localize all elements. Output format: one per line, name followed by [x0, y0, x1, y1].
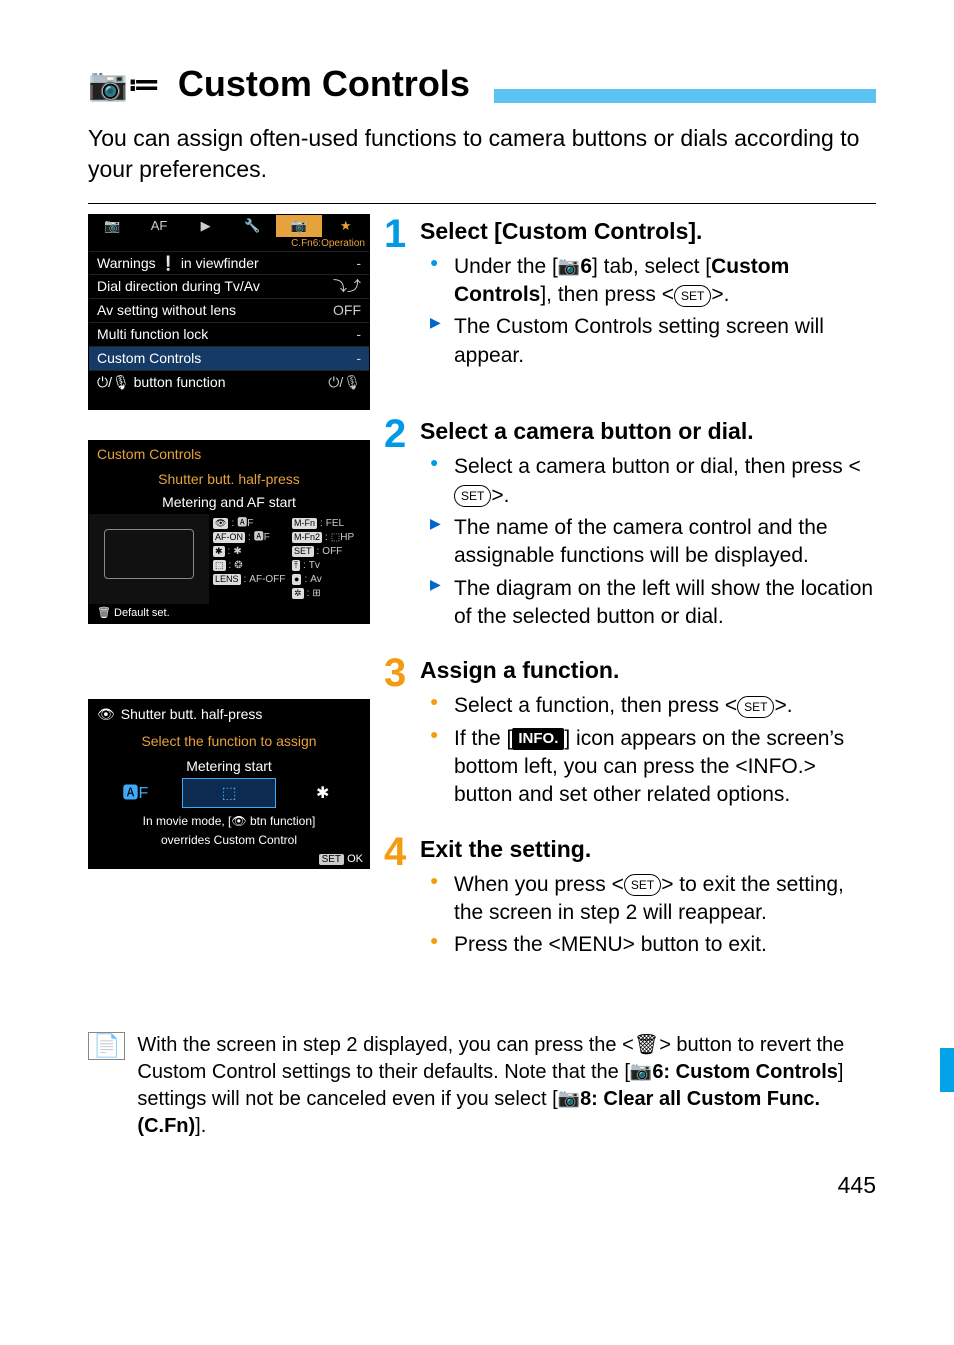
- step1-bullet2: The Custom Controls setting screen will …: [420, 313, 876, 370]
- cc-line1: Shutter butt. half-press: [89, 468, 369, 491]
- step4-bullet2: Press the <MENU> button to exit.: [420, 931, 876, 959]
- step1-bullet1: Under the [📷6] tab, select [Custom Contr…: [420, 253, 876, 310]
- step-number-2: 2: [384, 414, 412, 454]
- menu-row: Dial direction during Tv/Av⤵⤴: [89, 274, 369, 298]
- camera-icon: 📷: [630, 1061, 652, 1081]
- assign-tab: 🅰F: [89, 778, 182, 808]
- step-number-4: 4: [384, 832, 412, 872]
- assign-line1: Select the function to assign: [89, 729, 369, 754]
- title-rule: [494, 89, 876, 103]
- step3-title: Assign a function.: [420, 655, 876, 686]
- menu-tab: ▶: [182, 215, 229, 237]
- step1-title: Select [Custom Controls].: [420, 216, 876, 247]
- cc-title: Custom Controls: [89, 441, 369, 468]
- menu-row-selected: Custom Controls-: [89, 346, 369, 370]
- custom-controls-screenshot: Custom Controls Shutter butt. half-press…: [88, 440, 370, 624]
- assign-line2: Metering start: [89, 754, 369, 779]
- menu-screenshot: 📷 AF ▶ 🔧 📷 ★ C.Fn6:Operation Warnings ❕ …: [88, 214, 370, 411]
- set-chip: SET: [319, 854, 344, 865]
- note-icon: 📄: [88, 1032, 125, 1060]
- camera-icon: 📷: [558, 1088, 580, 1108]
- step3-bullet2: If the [INFO.] icon appears on the scree…: [420, 725, 876, 810]
- set-icon: SET: [737, 696, 774, 718]
- menu-tab: 📷: [89, 215, 136, 237]
- menu-tab: 🔧: [229, 215, 276, 237]
- menu-row: Multi function lock-: [89, 322, 369, 346]
- assign-note1: In movie mode, [👁 btn function]: [89, 808, 369, 832]
- step3-bullet1: Select a function, then press <SET>.: [420, 692, 876, 720]
- menu-row: Warnings ❕ in viewfinder-: [89, 251, 369, 275]
- page-title-row: 📷≔ Custom Controls: [88, 60, 876, 109]
- assign-note2: overrides Custom Control: [89, 833, 369, 851]
- page-title: Custom Controls: [178, 60, 470, 109]
- assign-tab-selected: ⬚: [182, 778, 277, 808]
- menu-subtitle: C.Fn6:Operation: [89, 237, 369, 251]
- intro-paragraph: You can assign often-used functions to c…: [88, 123, 876, 185]
- cc-chips: 👁: 🅰F M-Fn: FEL AF-ON: 🅰F M-Fn2: ⬚HP ✱: …: [209, 514, 369, 604]
- step2-title: Select a camera button or dial.: [420, 416, 876, 447]
- assign-header: Shutter butt. half-press: [121, 706, 263, 723]
- step-number-3: 3: [384, 653, 412, 693]
- menu-tab: AF: [136, 215, 183, 237]
- section-edge-tab: [940, 1048, 954, 1092]
- step2-bullet3: The diagram on the left will show the lo…: [420, 575, 876, 632]
- intro-rule: [88, 203, 876, 204]
- step4-title: Exit the setting.: [420, 834, 876, 865]
- set-icon: SET: [454, 485, 491, 507]
- assign-screenshot: 👁 Shutter butt. half-press Select the fu…: [88, 699, 370, 869]
- menu-tab: ★: [322, 215, 369, 237]
- step2-bullet1: Select a camera button or dial, then pre…: [420, 453, 876, 510]
- trash-icon: 🗑: [634, 1034, 659, 1056]
- menu-row: Av setting without lensOFF: [89, 298, 369, 322]
- assign-ok: OK: [347, 853, 363, 865]
- cc-diagram: [89, 514, 209, 604]
- page-number: 445: [88, 1170, 876, 1201]
- menu-row: ⏻/🎙 button function⏻/🎙: [89, 370, 369, 394]
- footnote: 📄 With the screen in step 2 displayed, y…: [88, 1032, 876, 1140]
- step-number-1: 1: [384, 214, 412, 254]
- step4-bullet1: When you press <SET> to exit the setting…: [420, 871, 876, 928]
- assign-tab: ✱: [276, 778, 369, 808]
- set-icon: SET: [624, 874, 661, 896]
- set-icon: SET: [674, 285, 711, 307]
- info-icon: INFO.: [512, 728, 564, 750]
- cc-line2: Metering and AF start: [89, 491, 369, 514]
- title-icon: 📷≔: [88, 63, 160, 106]
- camera-icon: 📷: [558, 256, 580, 276]
- cc-default-set: 🗑 Default set.: [97, 607, 170, 620]
- eye-icon: 👁: [97, 706, 115, 723]
- menu-tab-selected: 📷: [276, 215, 323, 237]
- step2-bullet2: The name of the camera control and the a…: [420, 514, 876, 571]
